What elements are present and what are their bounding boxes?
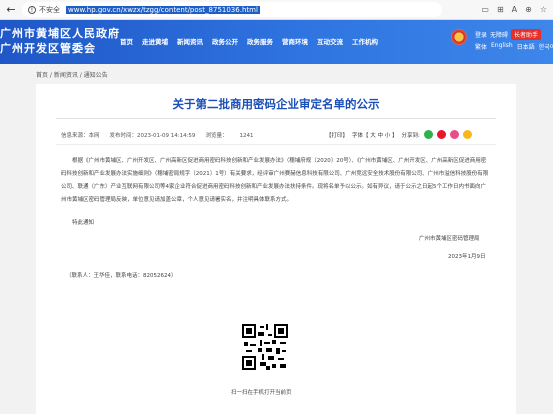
meta-views: 浏览量： 1241 bbox=[205, 131, 253, 139]
signature: 广州市黄埔区密码管理局 bbox=[419, 236, 480, 242]
article-body: 根据《广州市黄埔区、广州开发区、广州高新区促进商用密码科技创新和产业发展办法》（… bbox=[61, 158, 489, 203]
browser-toolbar: ← ! 不安全 www.hp.gov.cn/xwzx/tzgg/content/… bbox=[0, 0, 553, 20]
nav-news[interactable]: 新闻资讯 bbox=[177, 36, 203, 46]
share-label: 分享到: bbox=[401, 132, 420, 139]
url-text[interactable]: www.hp.gov.cn/xwzx/tzgg/content/post_875… bbox=[66, 5, 260, 14]
address-bar[interactable]: ! 不安全 www.hp.gov.cn/xwzx/tzgg/content/po… bbox=[22, 2, 442, 17]
nav-public[interactable]: 政务公开 bbox=[212, 36, 238, 46]
article-card: 关于第二批商用密码企业审定名单的公示 信息来源：本网 发布时间：2023-01-… bbox=[36, 84, 516, 414]
meta-published: 发布时间：2023-01-09 14:14:59 bbox=[109, 133, 196, 139]
grid-icon[interactable]: ⊞ bbox=[497, 5, 504, 14]
print-link[interactable]: 【打印】 bbox=[326, 131, 348, 139]
qzone-share-icon[interactable] bbox=[449, 130, 459, 139]
read-aloud-icon[interactable]: A bbox=[512, 5, 517, 14]
contact-info: （联系人：王华佳，联系电话：82052624） bbox=[66, 273, 177, 279]
meta-views-label: 浏览量： bbox=[205, 133, 228, 139]
font-size-control[interactable]: 字体【 大 中 小 】 bbox=[352, 131, 398, 139]
body-divider bbox=[56, 144, 496, 145]
signature-date: 2023年1月9日 bbox=[448, 254, 486, 260]
tab-icon[interactable]: ▭ bbox=[481, 5, 489, 14]
main-nav: 首页 走进黄埔 新闻资讯 政务公开 政务服务 营商环境 互动交流 工作机构 bbox=[120, 36, 378, 46]
article-meta: 信息来源：本网 发布时间：2023-01-09 14:14:59 浏览量： 124… bbox=[61, 131, 253, 139]
lang-traditional[interactable]: 繁体 bbox=[475, 42, 487, 51]
qr-code-icon bbox=[242, 324, 288, 370]
language-row: 繁体 English 日本語 한국어 bbox=[475, 42, 553, 51]
favorite-icon[interactable]: ☆ bbox=[540, 5, 547, 14]
site-header: 广州市黄埔区人民政府 广州开发区管委会 首页 走进黄埔 新闻资讯 政务公开 政务… bbox=[0, 20, 553, 64]
login-row: 登录 无障碍 长者助手 bbox=[475, 29, 542, 40]
lang-japanese[interactable]: 日本語 bbox=[517, 42, 535, 51]
login-link[interactable]: 登录 bbox=[475, 30, 487, 39]
nav-agencies[interactable]: 工作机构 bbox=[352, 36, 378, 46]
elder-mode-button[interactable]: 长者助手 bbox=[511, 29, 542, 40]
article-title: 关于第二批商用密码企业审定名单的公示 bbox=[172, 97, 380, 111]
title-divider bbox=[56, 118, 496, 119]
site-title[interactable]: 广州市黄埔区人民政府 广州开发区管委会 bbox=[0, 26, 120, 56]
nav-huangpu[interactable]: 走进黄埔 bbox=[142, 36, 168, 46]
nav-home[interactable]: 首页 bbox=[120, 36, 133, 46]
wechat-share-icon[interactable] bbox=[423, 130, 433, 139]
nav-services[interactable]: 政务服务 bbox=[247, 36, 273, 46]
nav-interaction[interactable]: 互动交流 bbox=[317, 36, 343, 46]
accessibility-link[interactable]: 无障碍 bbox=[490, 30, 508, 39]
site-title-line2: 广州开发区管委会 bbox=[0, 42, 96, 55]
emblem-icon bbox=[451, 29, 467, 45]
closing-text: 特此通知 bbox=[72, 220, 95, 226]
meta-views-count: 1241 bbox=[239, 133, 254, 139]
meta-source: 信息来源：本网 bbox=[61, 133, 100, 139]
site-title-line1: 广州市黄埔区人民政府 bbox=[0, 27, 120, 40]
lang-korean[interactable]: 한국어 bbox=[539, 42, 553, 51]
more-share-icon[interactable] bbox=[462, 130, 472, 139]
lang-english[interactable]: English bbox=[491, 42, 513, 51]
browser-action-icons: ▭ ⊞ A ⊕ ☆ bbox=[481, 5, 547, 14]
warning-icon: ! bbox=[28, 5, 36, 14]
weibo-share-icon[interactable] bbox=[436, 130, 446, 139]
zoom-icon[interactable]: ⊕ bbox=[525, 5, 532, 14]
insecure-label: 不安全 bbox=[39, 5, 60, 14]
qr-caption: 扫一扫在手机打开当前页 bbox=[231, 390, 292, 396]
article-tools: 【打印】 字体【 大 中 小 】 分享到: bbox=[326, 130, 472, 139]
nav-business[interactable]: 营商环境 bbox=[282, 36, 308, 46]
back-arrow-icon[interactable]: ← bbox=[4, 3, 18, 17]
breadcrumb[interactable]: 首页 / 新闻资讯 / 通知公告 bbox=[36, 70, 108, 79]
